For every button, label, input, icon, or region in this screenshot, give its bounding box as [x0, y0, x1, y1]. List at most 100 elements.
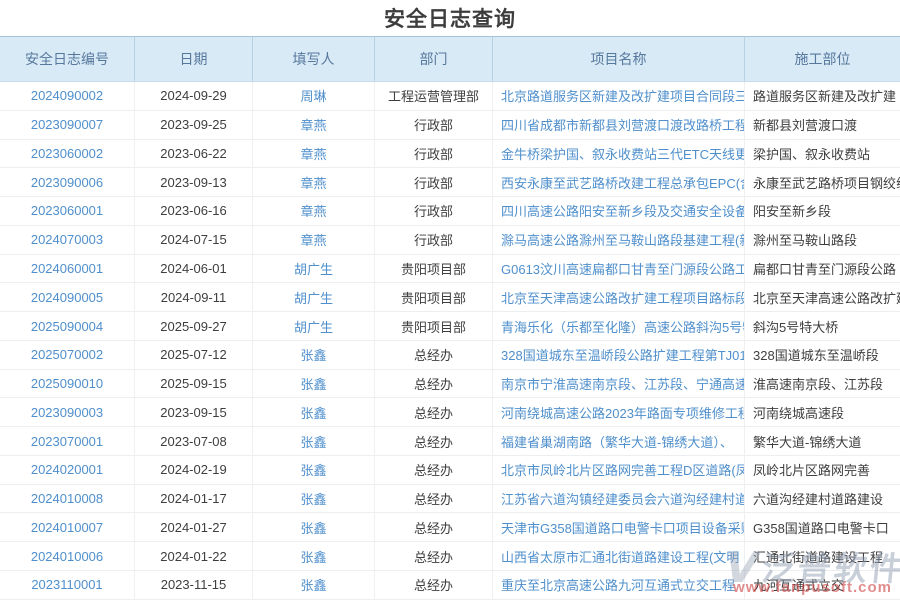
cell-id[interactable]: 2025090010	[0, 370, 135, 398]
cell-writer[interactable]: 张鑫	[253, 513, 375, 541]
cell-project[interactable]: 328国道城东至温峤段公路扩建工程第TJ01	[493, 341, 745, 369]
cell-writer[interactable]: 张鑫	[253, 398, 375, 426]
cell-project[interactable]: 山西省太原市汇通北街道路建设工程(文明	[493, 542, 745, 570]
cell-writer[interactable]: 章燕	[253, 197, 375, 225]
cell-project[interactable]: 北京市凤岭北片区路网完善工程D区道路(凤	[493, 456, 745, 484]
cell-id[interactable]: 2025090004	[0, 312, 135, 340]
cell-id[interactable]: 2023090003	[0, 398, 135, 426]
cell-id[interactable]: 2024010008	[0, 485, 135, 513]
cell-id[interactable]: 2024070003	[0, 226, 135, 254]
cell-date: 2024-02-19	[135, 456, 253, 484]
cell-writer[interactable]: 张鑫	[253, 427, 375, 455]
cell-location: 扁都口甘青至门源段公路	[745, 255, 900, 283]
cell-department: 行政部	[375, 111, 493, 139]
table-row: 20230900032023-09-15张鑫总经办河南绕城高速公路2023年路面…	[0, 398, 900, 427]
cell-project[interactable]: 金牛桥梁护国、叙永收费站三代ETC天线更换	[493, 140, 745, 168]
cell-id[interactable]: 2024010006	[0, 542, 135, 570]
column-header-writer[interactable]: 填写人	[253, 37, 375, 81]
cell-id[interactable]: 2023090007	[0, 111, 135, 139]
cell-department: 行政部	[375, 140, 493, 168]
cell-writer[interactable]: 章燕	[253, 140, 375, 168]
cell-project[interactable]: G0613汶川高速扁都口甘青至门源段公路工程	[493, 255, 745, 283]
cell-id[interactable]: 2023110001	[0, 571, 135, 599]
cell-writer[interactable]: 周琳	[253, 82, 375, 110]
cell-project[interactable]: 福建省巢湖南路（繁华大道-锦绣大道）、	[493, 427, 745, 455]
cell-id[interactable]: 2024090002	[0, 82, 135, 110]
cell-department: 工程运营管理部	[375, 82, 493, 110]
column-header-date[interactable]: 日期	[135, 37, 253, 81]
cell-location: 新都县刘营渡口渡	[745, 111, 900, 139]
table-row: 20230900062023-09-13章燕行政部西安永康至武艺路桥改建工程总承…	[0, 168, 900, 197]
cell-writer[interactable]: 张鑫	[253, 370, 375, 398]
cell-writer[interactable]: 张鑫	[253, 571, 375, 599]
column-header-location[interactable]: 施工部位	[745, 37, 900, 81]
cell-location: 六道沟经建村道路建设	[745, 485, 900, 513]
cell-department: 贵阳项目部	[375, 312, 493, 340]
cell-project[interactable]: 天津市G358国道路口电警卡口项目设备采购	[493, 513, 745, 541]
cell-project[interactable]: 四川高速公路阳安至新乡段及交通安全设备	[493, 197, 745, 225]
cell-department: 行政部	[375, 168, 493, 196]
page-title: 安全日志查询	[384, 8, 516, 31]
cell-project[interactable]: 河南绕城高速公路2023年路面专项维修工程	[493, 398, 745, 426]
cell-location: 永康至武艺路桥项目钢绞线	[745, 168, 900, 196]
cell-id[interactable]: 2024060001	[0, 255, 135, 283]
column-header-project[interactable]: 项目名称	[493, 37, 745, 81]
cell-writer[interactable]: 胡广生	[253, 255, 375, 283]
cell-project[interactable]: 西安永康至武艺路桥改建工程总承包EPC(含	[493, 168, 745, 196]
cell-date: 2023-09-15	[135, 398, 253, 426]
title-bar: 安全日志查询	[0, 0, 900, 36]
cell-department: 总经办	[375, 427, 493, 455]
cell-department: 总经办	[375, 542, 493, 570]
table-row: 20250900102025-09-15张鑫总经办南京市宁淮高速南京段、江苏段、…	[0, 370, 900, 399]
cell-project[interactable]: 北京路道服务区新建及改扩建项目合同段三标	[493, 82, 745, 110]
table-row: 20240600012024-06-01胡广生贵阳项目部G0613汶川高速扁都口…	[0, 255, 900, 284]
cell-id[interactable]: 2023060001	[0, 197, 135, 225]
cell-writer[interactable]: 章燕	[253, 111, 375, 139]
column-header-log-id[interactable]: 安全日志编号	[0, 37, 135, 81]
cell-date: 2024-07-15	[135, 226, 253, 254]
cell-project[interactable]: 南京市宁淮高速南京段、江苏段、宁通高速	[493, 370, 745, 398]
cell-writer[interactable]: 章燕	[253, 168, 375, 196]
cell-project[interactable]: 重庆至北京高速公路九河互通式立交工程	[493, 571, 745, 599]
cell-id[interactable]: 2023060002	[0, 140, 135, 168]
cell-id[interactable]: 2024010007	[0, 513, 135, 541]
cell-id[interactable]: 2023090006	[0, 168, 135, 196]
table-row: 20230600012023-06-16章燕行政部四川高速公路阳安至新乡段及交通…	[0, 197, 900, 226]
cell-location: 滁州至马鞍山路段	[745, 226, 900, 254]
cell-id[interactable]: 2023070001	[0, 427, 135, 455]
cell-writer[interactable]: 张鑫	[253, 341, 375, 369]
cell-writer[interactable]: 张鑫	[253, 485, 375, 513]
cell-writer[interactable]: 张鑫	[253, 542, 375, 570]
cell-date: 2025-09-15	[135, 370, 253, 398]
cell-date: 2024-09-29	[135, 82, 253, 110]
cell-date: 2024-01-27	[135, 513, 253, 541]
table-row: 20240200012024-02-19张鑫总经办北京市凤岭北片区路网完善工程D…	[0, 456, 900, 485]
cell-department: 总经办	[375, 370, 493, 398]
cell-writer[interactable]: 张鑫	[253, 456, 375, 484]
cell-location: 九河互通式立交	[745, 571, 900, 599]
cell-department: 总经办	[375, 485, 493, 513]
table-row: 20240100062024-01-22张鑫总经办山西省太原市汇通北街道路建设工…	[0, 542, 900, 571]
cell-writer[interactable]: 章燕	[253, 226, 375, 254]
cell-date: 2023-09-25	[135, 111, 253, 139]
cell-project[interactable]: 滁马高速公路滁州至马鞍山路段基建工程(新	[493, 226, 745, 254]
cell-department: 贵阳项目部	[375, 255, 493, 283]
column-header-department[interactable]: 部门	[375, 37, 493, 81]
cell-date: 2023-06-22	[135, 140, 253, 168]
cell-date: 2023-06-16	[135, 197, 253, 225]
cell-project[interactable]: 江苏省六道沟镇经建委员会六道沟经建村道	[493, 485, 745, 513]
table-row: 20250700022025-07-12张鑫总经办328国道城东至温峤段公路扩建…	[0, 341, 900, 370]
cell-writer[interactable]: 胡广生	[253, 283, 375, 311]
cell-department: 总经办	[375, 456, 493, 484]
cell-date: 2024-01-22	[135, 542, 253, 570]
cell-location: 繁华大道-锦绣大道	[745, 427, 900, 455]
cell-writer[interactable]: 胡广生	[253, 312, 375, 340]
table-row: 20250900042025-09-27胡广生贵阳项目部青海乐化（乐都至化隆）高…	[0, 312, 900, 341]
cell-id[interactable]: 2024020001	[0, 456, 135, 484]
cell-project[interactable]: 四川省成都市新都县刘营渡口渡改路桥工程样	[493, 111, 745, 139]
cell-id[interactable]: 2024090005	[0, 283, 135, 311]
cell-id[interactable]: 2025070002	[0, 341, 135, 369]
cell-project[interactable]: 北京至天津高速公路改扩建工程项目路标段	[493, 283, 745, 311]
cell-project[interactable]: 青海乐化（乐都至化隆）高速公路斜沟5号特	[493, 312, 745, 340]
cell-department: 总经办	[375, 571, 493, 599]
